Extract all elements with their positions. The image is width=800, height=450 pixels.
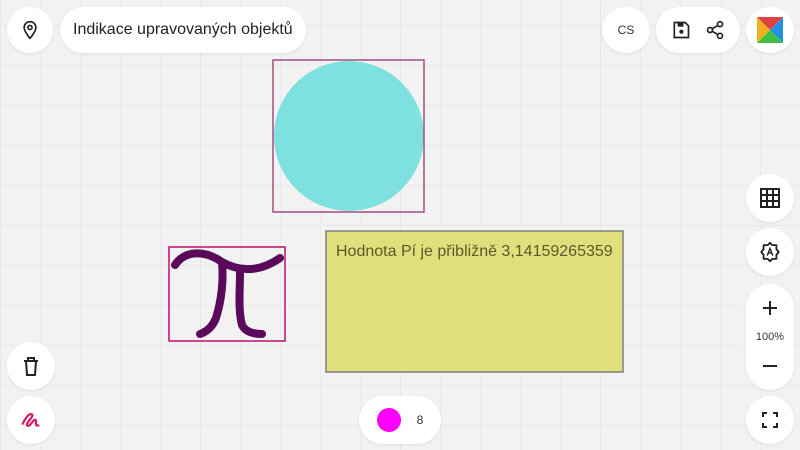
share-icon[interactable] <box>705 20 725 40</box>
floppy-save-icon[interactable] <box>671 20 691 40</box>
pi-drawing[interactable] <box>171 249 284 338</box>
language-button[interactable]: CS <box>602 7 650 53</box>
zoom-in-button[interactable] <box>746 291 794 325</box>
location-pin-icon <box>20 20 40 40</box>
zoom-out-button[interactable] <box>746 349 794 383</box>
circle-shape[interactable] <box>274 61 424 211</box>
grid-icon <box>760 188 780 208</box>
zoom-controls: 100% <box>746 284 794 390</box>
save-share-group <box>656 7 740 53</box>
minus-icon <box>762 358 778 374</box>
app-logo-icon <box>757 17 783 43</box>
trash-icon <box>22 356 40 376</box>
fullscreen-button[interactable] <box>746 396 794 444</box>
pen-size-value: 8 <box>416 413 424 427</box>
page-title: Indikace upravovaných objektů <box>60 7 306 53</box>
location-button[interactable] <box>7 7 53 53</box>
drawing-canvas[interactable] <box>0 0 800 450</box>
pen-squiggle-icon <box>20 409 42 431</box>
pen-tool-button[interactable] <box>7 396 55 444</box>
app-logo-button[interactable] <box>746 7 794 53</box>
fullscreen-icon <box>762 412 778 428</box>
plus-icon <box>762 300 778 316</box>
pen-color-swatch[interactable] <box>376 408 401 432</box>
sticky-note-text[interactable]: Hodnota Pí je přibližně 3,14159265359 <box>336 243 613 261</box>
delete-button[interactable] <box>7 342 55 390</box>
grid-toggle-button[interactable] <box>746 174 794 222</box>
settings-gear-icon <box>759 241 781 263</box>
settings-button[interactable] <box>746 228 794 276</box>
pen-settings[interactable]: 8 <box>359 396 441 444</box>
zoom-level: 100% <box>755 331 785 343</box>
